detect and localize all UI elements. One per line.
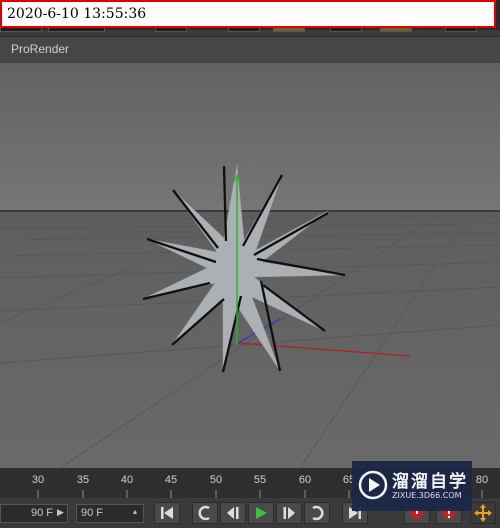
play-button[interactable] xyxy=(248,502,274,524)
end-frame-value: 90 F xyxy=(31,507,54,519)
next-key-icon xyxy=(312,505,324,521)
timeline-tick: 60 xyxy=(298,474,312,486)
watermark-url: ZIXUE.3D66.COM xyxy=(392,491,462,500)
previous-key-icon xyxy=(198,505,210,521)
viewport-title: ProRender xyxy=(11,42,70,56)
watermark-title: 溜溜自学 xyxy=(392,472,468,492)
timestamp-text: 2020-6-10 13:55:36 xyxy=(7,6,147,22)
viewport-sky xyxy=(0,63,500,210)
timeline-tick: 35 xyxy=(76,474,90,486)
next-key-button[interactable] xyxy=(304,502,330,524)
timeline-tick: 80 xyxy=(475,474,489,486)
logo-icon xyxy=(358,470,388,500)
timeline-tick: 45 xyxy=(164,474,178,486)
previous-key-button[interactable] xyxy=(192,502,218,524)
move-tool-icon xyxy=(474,504,492,522)
timeline-tick: 30 xyxy=(31,474,45,486)
timeline-tick: 40 xyxy=(120,474,134,486)
field-arrow-icon: ▶ xyxy=(57,507,64,517)
timeline-tick: 55 xyxy=(253,474,267,486)
preview-end-field[interactable]: 90 F ▴ xyxy=(76,504,144,523)
step-back-icon xyxy=(227,507,239,519)
watermark-logo: 溜溜自学 ZIXUE.3D66.COM xyxy=(352,461,472,511)
step-back-button[interactable] xyxy=(220,502,246,524)
go-to-start-button[interactable] xyxy=(154,502,180,524)
step-forward-icon xyxy=(283,507,295,519)
3d-viewport[interactable] xyxy=(0,63,500,469)
timestamp-overlay: 2020-6-10 13:55:36 xyxy=(0,0,496,28)
go-to-start-icon xyxy=(161,507,173,519)
play-icon xyxy=(256,507,267,519)
timeline-tick: 50 xyxy=(209,474,223,486)
move-tool-button[interactable] xyxy=(470,502,496,524)
spinner-icon: ▴ xyxy=(133,507,138,516)
preview-end-value: 90 F xyxy=(81,507,104,519)
step-forward-button[interactable] xyxy=(276,502,302,524)
viewport-header: ProRender xyxy=(0,36,500,64)
end-frame-field[interactable]: 90 F ▶ xyxy=(0,504,68,523)
